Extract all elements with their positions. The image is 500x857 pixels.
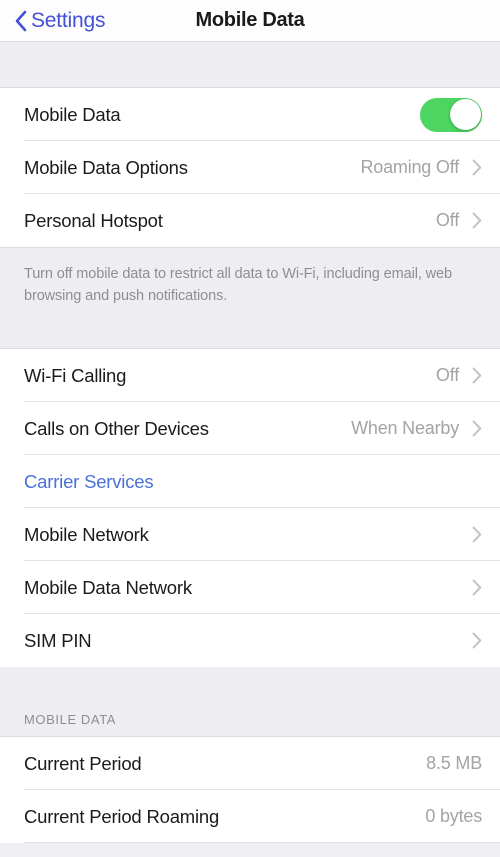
row-label: Carrier Services (24, 470, 154, 492)
row-value: Off (435, 210, 459, 230)
chevron-right-icon (472, 579, 482, 596)
row-value: Roaming Off (360, 157, 459, 177)
chevron-right-icon (472, 420, 482, 437)
row-label: Mobile Network (24, 523, 149, 545)
section-header-mobile-data: MOBILE DATA (0, 667, 500, 737)
row-label: Mobile Data Options (24, 156, 188, 178)
chevron-right-icon (472, 367, 482, 384)
row-sim-pin[interactable]: SIM PIN (0, 614, 500, 667)
row-label: Wi-Fi Calling (24, 364, 127, 386)
row-label: Mobile Data (24, 103, 121, 125)
navigation-bar: Settings Mobile Data (0, 0, 500, 42)
row-value: 0 bytes (425, 806, 482, 826)
row-label: Current Period (24, 752, 142, 774)
back-button-label: Settings (31, 9, 106, 32)
settings-group-usage: Current Period 8.5 MB Current Period Roa… (0, 737, 500, 843)
back-button-settings[interactable]: Settings (0, 10, 105, 32)
row-label: Personal Hotspot (24, 209, 163, 231)
row-current-period: Current Period 8.5 MB (0, 737, 500, 790)
row-carrier-services[interactable]: Carrier Services (0, 455, 500, 508)
top-spacer (0, 42, 500, 88)
row-calls-on-other-devices[interactable]: Calls on Other Devices When Nearby (0, 402, 500, 455)
row-value: When Nearby (351, 418, 459, 438)
row-label: Mobile Data Network (24, 576, 192, 598)
chevron-right-icon (472, 526, 482, 543)
row-personal-hotspot[interactable]: Personal Hotspot Off (0, 194, 500, 247)
settings-group-data: Mobile Data Mobile Data Options Roaming … (0, 88, 500, 247)
mobile-data-footer-note: Turn off mobile data to restrict all dat… (0, 247, 500, 349)
row-mobile-network[interactable]: Mobile Network (0, 508, 500, 561)
chevron-left-icon (15, 10, 27, 31)
chevron-right-icon (472, 159, 482, 176)
chevron-right-icon (472, 632, 482, 649)
row-wifi-calling[interactable]: Wi-Fi Calling Off (0, 349, 500, 402)
toggle-knob (449, 99, 481, 130)
row-value: 8.5 MB (426, 753, 482, 773)
row-label: Current Period Roaming (24, 805, 220, 827)
mobile-data-settings-screen: Settings Mobile Data Mobile Data Mobile … (0, 0, 500, 857)
row-label: Calls on Other Devices (24, 417, 209, 439)
row-mobile-data-options[interactable]: Mobile Data Options Roaming Off (0, 141, 500, 194)
row-mobile-data-network[interactable]: Mobile Data Network (0, 561, 500, 614)
row-value: Off (435, 365, 459, 385)
row-mobile-data[interactable]: Mobile Data (0, 88, 500, 141)
section-header-label: MOBILE DATA (24, 712, 117, 727)
row-label: SIM PIN (24, 629, 92, 651)
settings-group-calling: Wi-Fi Calling Off Calls on Other Devices… (0, 349, 500, 667)
footer-note-text: Turn off mobile data to restrict all dat… (24, 266, 452, 304)
row-current-period-roaming: Current Period Roaming 0 bytes (0, 790, 500, 843)
chevron-right-icon (472, 212, 482, 229)
mobile-data-toggle[interactable] (420, 97, 482, 132)
